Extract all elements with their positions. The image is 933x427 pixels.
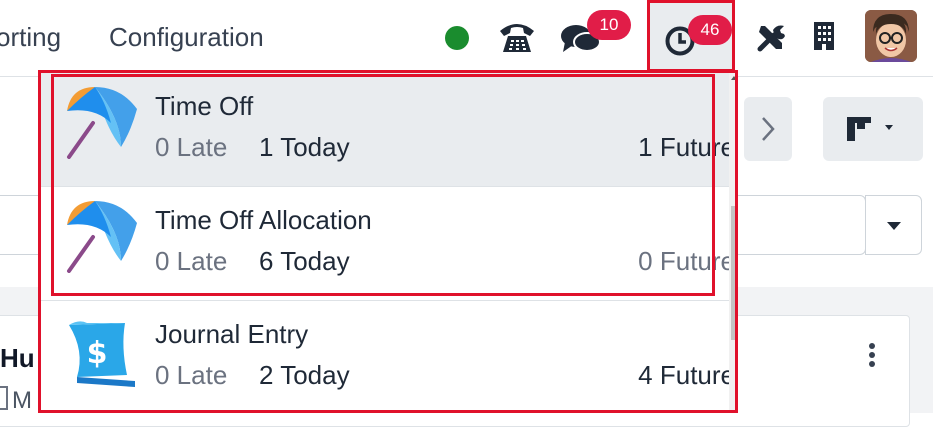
card-menu-icon[interactable] [866,343,878,369]
scroll-up-icon[interactable] [731,76,735,80]
activity-menu-button[interactable]: 46 [647,0,735,72]
building-icon[interactable] [813,21,835,51]
caret-down-icon [887,222,901,230]
menu-reporting[interactable]: orting [0,22,61,53]
record-card-title: Hu [0,343,35,373]
top-navbar: orting Configuration 10 46 [0,0,933,77]
presence-status-icon [445,26,469,50]
chevron-right-icon [762,117,775,141]
pager-next-button[interactable] [744,97,792,161]
activity-item-journal-entry[interactable]: $ Journal Entry 0 Late 2 Today 4 Future [41,301,735,410]
dollar-document-icon: $ [69,321,135,387]
scrollbar-thumb[interactable] [731,206,735,340]
late-count: 0 Late [155,246,228,276]
menu-configuration[interactable]: Configuration [109,22,264,53]
activity-name: Time Off [155,91,254,121]
activity-counter-badge: 46 [688,15,732,45]
future-count: 1 Future [638,132,735,162]
activity-item-time-off[interactable]: Time Off 0 Late 1 Today 1 Future [41,73,735,187]
view-switcher-button[interactable] [823,97,923,161]
late-count: 0 Late [155,360,228,390]
user-avatar[interactable] [865,10,917,62]
today-count: 2 Today [259,360,350,390]
tools-icon[interactable] [755,22,787,54]
record-card-subtitle: M [0,386,32,415]
kanban-view-icon [847,117,893,141]
late-count: 0 Late [155,132,228,162]
umbrella-icon [67,87,137,159]
activity-name: Journal Entry [155,319,309,349]
today-count: 6 Today [259,246,350,276]
future-count: 0 Future [638,246,735,276]
today-count: 1 Today [259,132,350,162]
future-count: 4 Future [638,360,735,390]
activity-name: Time Off Allocation [155,205,372,235]
umbrella-icon [67,201,137,273]
search-options-toggle[interactable] [865,195,922,255]
building-icon [0,386,8,410]
activity-item-time-off-allocation[interactable]: Time Off Allocation 0 Late 6 Today 0 Fut… [41,187,735,301]
activity-dropdown: Time Off 0 Late 1 Today 1 Future Time Of… [38,70,738,413]
chat-counter-badge: 10 [587,10,631,40]
svg-text:$: $ [87,336,108,371]
phone-icon[interactable] [497,19,537,55]
